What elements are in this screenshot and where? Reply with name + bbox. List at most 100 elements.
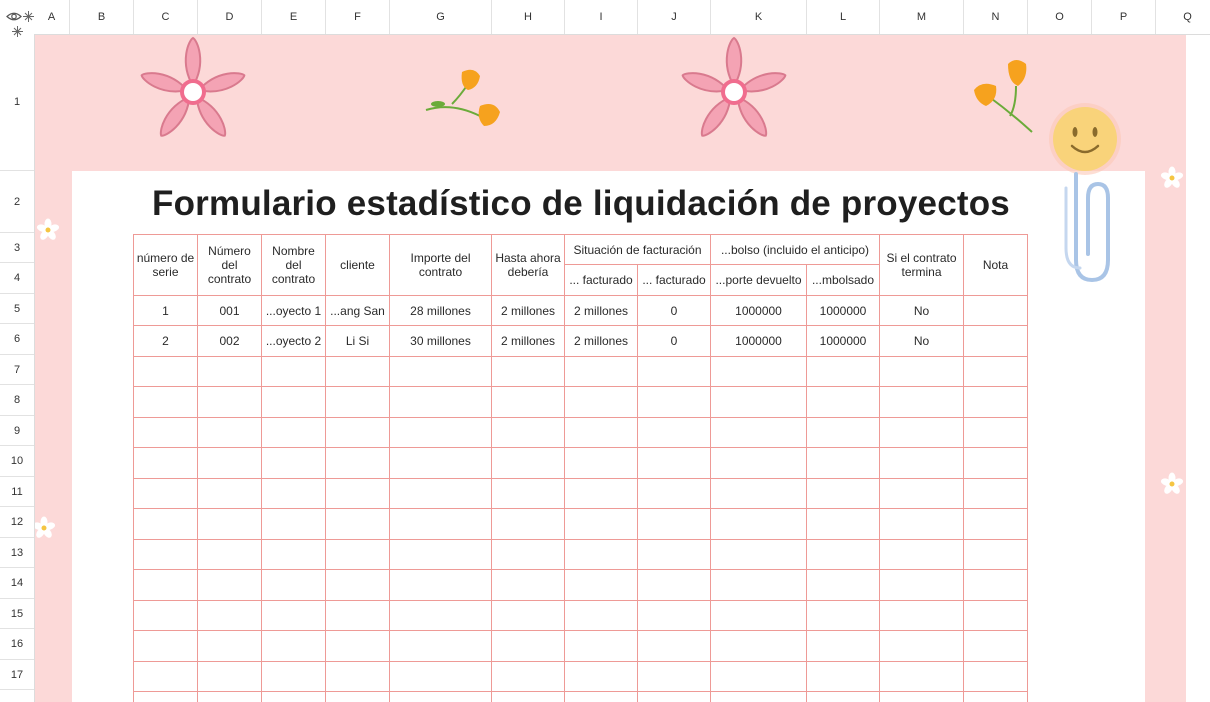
- empty-cell[interactable]: [491, 386, 565, 418]
- cell-client[interactable]: Li Si: [325, 325, 390, 357]
- cell-note[interactable]: [963, 295, 1028, 326]
- cell-returned[interactable]: 1000000: [710, 325, 807, 357]
- empty-cell[interactable]: [963, 600, 1028, 631]
- empty-cell[interactable]: [637, 600, 711, 631]
- empty-cell[interactable]: [710, 386, 807, 418]
- empty-cell[interactable]: [197, 539, 262, 570]
- empty-cell[interactable]: [710, 539, 807, 570]
- empty-cell[interactable]: [491, 630, 565, 662]
- cell-contract-no[interactable]: 001: [197, 295, 262, 326]
- row-header-5[interactable]: 5: [0, 294, 34, 324]
- empty-cell[interactable]: [491, 417, 565, 448]
- column-header-p[interactable]: P: [1092, 0, 1156, 34]
- empty-cell[interactable]: [879, 600, 964, 631]
- sheet-canvas[interactable]: Formulario estadístico de liquidación de…: [34, 34, 1210, 702]
- empty-cell[interactable]: [261, 417, 326, 448]
- empty-cell[interactable]: [197, 661, 262, 692]
- cell-contract-name[interactable]: ...oyecto 2: [261, 325, 326, 357]
- empty-cell[interactable]: [710, 447, 807, 479]
- header-amount[interactable]: Importe del contrato: [389, 234, 492, 296]
- empty-cell[interactable]: [133, 417, 198, 448]
- empty-cell[interactable]: [879, 508, 964, 540]
- cell-returned[interactable]: 1000000: [710, 295, 807, 326]
- cell-billed[interactable]: 2 millones: [564, 325, 638, 357]
- empty-cell[interactable]: [389, 508, 492, 540]
- empty-cell[interactable]: [710, 600, 807, 631]
- empty-cell[interactable]: [197, 386, 262, 418]
- empty-cell[interactable]: [879, 630, 964, 662]
- empty-cell[interactable]: [564, 417, 638, 448]
- empty-cell[interactable]: [710, 661, 807, 692]
- empty-cell[interactable]: [389, 447, 492, 479]
- empty-cell[interactable]: [564, 630, 638, 662]
- header-billing[interactable]: Situación de facturación: [564, 234, 711, 265]
- empty-cell[interactable]: [963, 508, 1028, 540]
- empty-cell[interactable]: [806, 691, 880, 702]
- empty-cell[interactable]: [564, 600, 638, 631]
- empty-cell[interactable]: [133, 508, 198, 540]
- empty-cell[interactable]: [325, 356, 390, 387]
- empty-cell[interactable]: [325, 661, 390, 692]
- empty-cell[interactable]: [325, 539, 390, 570]
- empty-cell[interactable]: [491, 569, 565, 601]
- empty-cell[interactable]: [491, 356, 565, 387]
- header-serial[interactable]: número de serie: [133, 234, 198, 296]
- column-header-o[interactable]: O: [1028, 0, 1092, 34]
- empty-cell[interactable]: [963, 630, 1028, 662]
- empty-cell[interactable]: [806, 539, 880, 570]
- empty-cell[interactable]: [564, 386, 638, 418]
- freeze-icon[interactable]: [23, 11, 34, 22]
- empty-cell[interactable]: [963, 356, 1028, 387]
- empty-cell[interactable]: [133, 600, 198, 631]
- empty-cell[interactable]: [806, 600, 880, 631]
- empty-cell[interactable]: [879, 447, 964, 479]
- empty-cell[interactable]: [637, 539, 711, 570]
- empty-cell[interactable]: [261, 600, 326, 631]
- column-header-c[interactable]: C: [134, 0, 198, 34]
- empty-cell[interactable]: [564, 569, 638, 601]
- empty-cell[interactable]: [133, 661, 198, 692]
- cell-ends[interactable]: No: [879, 325, 964, 357]
- empty-cell[interactable]: [879, 478, 964, 509]
- empty-cell[interactable]: [564, 356, 638, 387]
- row-header-14[interactable]: 14: [0, 568, 34, 599]
- empty-cell[interactable]: [261, 478, 326, 509]
- empty-cell[interactable]: [389, 600, 492, 631]
- cell-note[interactable]: [963, 325, 1028, 357]
- column-header-d[interactable]: D: [198, 0, 262, 34]
- empty-cell[interactable]: [389, 569, 492, 601]
- row-header-13[interactable]: 13: [0, 538, 34, 568]
- column-header-k[interactable]: K: [711, 0, 807, 34]
- row-header-12[interactable]: 12: [0, 507, 34, 538]
- empty-cell[interactable]: [197, 600, 262, 631]
- empty-cell[interactable]: [325, 569, 390, 601]
- empty-cell[interactable]: [637, 386, 711, 418]
- empty-cell[interactable]: [806, 569, 880, 601]
- empty-cell[interactable]: [197, 478, 262, 509]
- empty-cell[interactable]: [564, 447, 638, 479]
- cell-reimbursed[interactable]: 1000000: [806, 325, 880, 357]
- header-contract-name[interactable]: Nombre del contrato: [261, 234, 326, 296]
- empty-cell[interactable]: [133, 691, 198, 702]
- empty-cell[interactable]: [963, 539, 1028, 570]
- empty-cell[interactable]: [197, 508, 262, 540]
- empty-cell[interactable]: [197, 569, 262, 601]
- empty-cell[interactable]: [325, 417, 390, 448]
- empty-cell[interactable]: [133, 356, 198, 387]
- header-refund[interactable]: ...bolso (incluido el anticipo): [710, 234, 880, 265]
- header-reimbursed[interactable]: ...mbolsado: [806, 264, 880, 296]
- column-header-g[interactable]: G: [390, 0, 492, 34]
- empty-cell[interactable]: [261, 356, 326, 387]
- column-header-e[interactable]: E: [262, 0, 326, 34]
- empty-cell[interactable]: [806, 356, 880, 387]
- empty-cell[interactable]: [806, 478, 880, 509]
- cell-owed[interactable]: 2 millones: [491, 325, 565, 357]
- empty-cell[interactable]: [806, 447, 880, 479]
- page-title[interactable]: Formulario estadístico de liquidación de…: [134, 176, 1028, 232]
- empty-cell[interactable]: [491, 600, 565, 631]
- row-header-17[interactable]: 17: [0, 660, 34, 690]
- empty-cell[interactable]: [197, 691, 262, 702]
- empty-cell[interactable]: [637, 691, 711, 702]
- cell-unbilled[interactable]: 0: [637, 295, 711, 326]
- row-header-15[interactable]: 15: [0, 599, 34, 629]
